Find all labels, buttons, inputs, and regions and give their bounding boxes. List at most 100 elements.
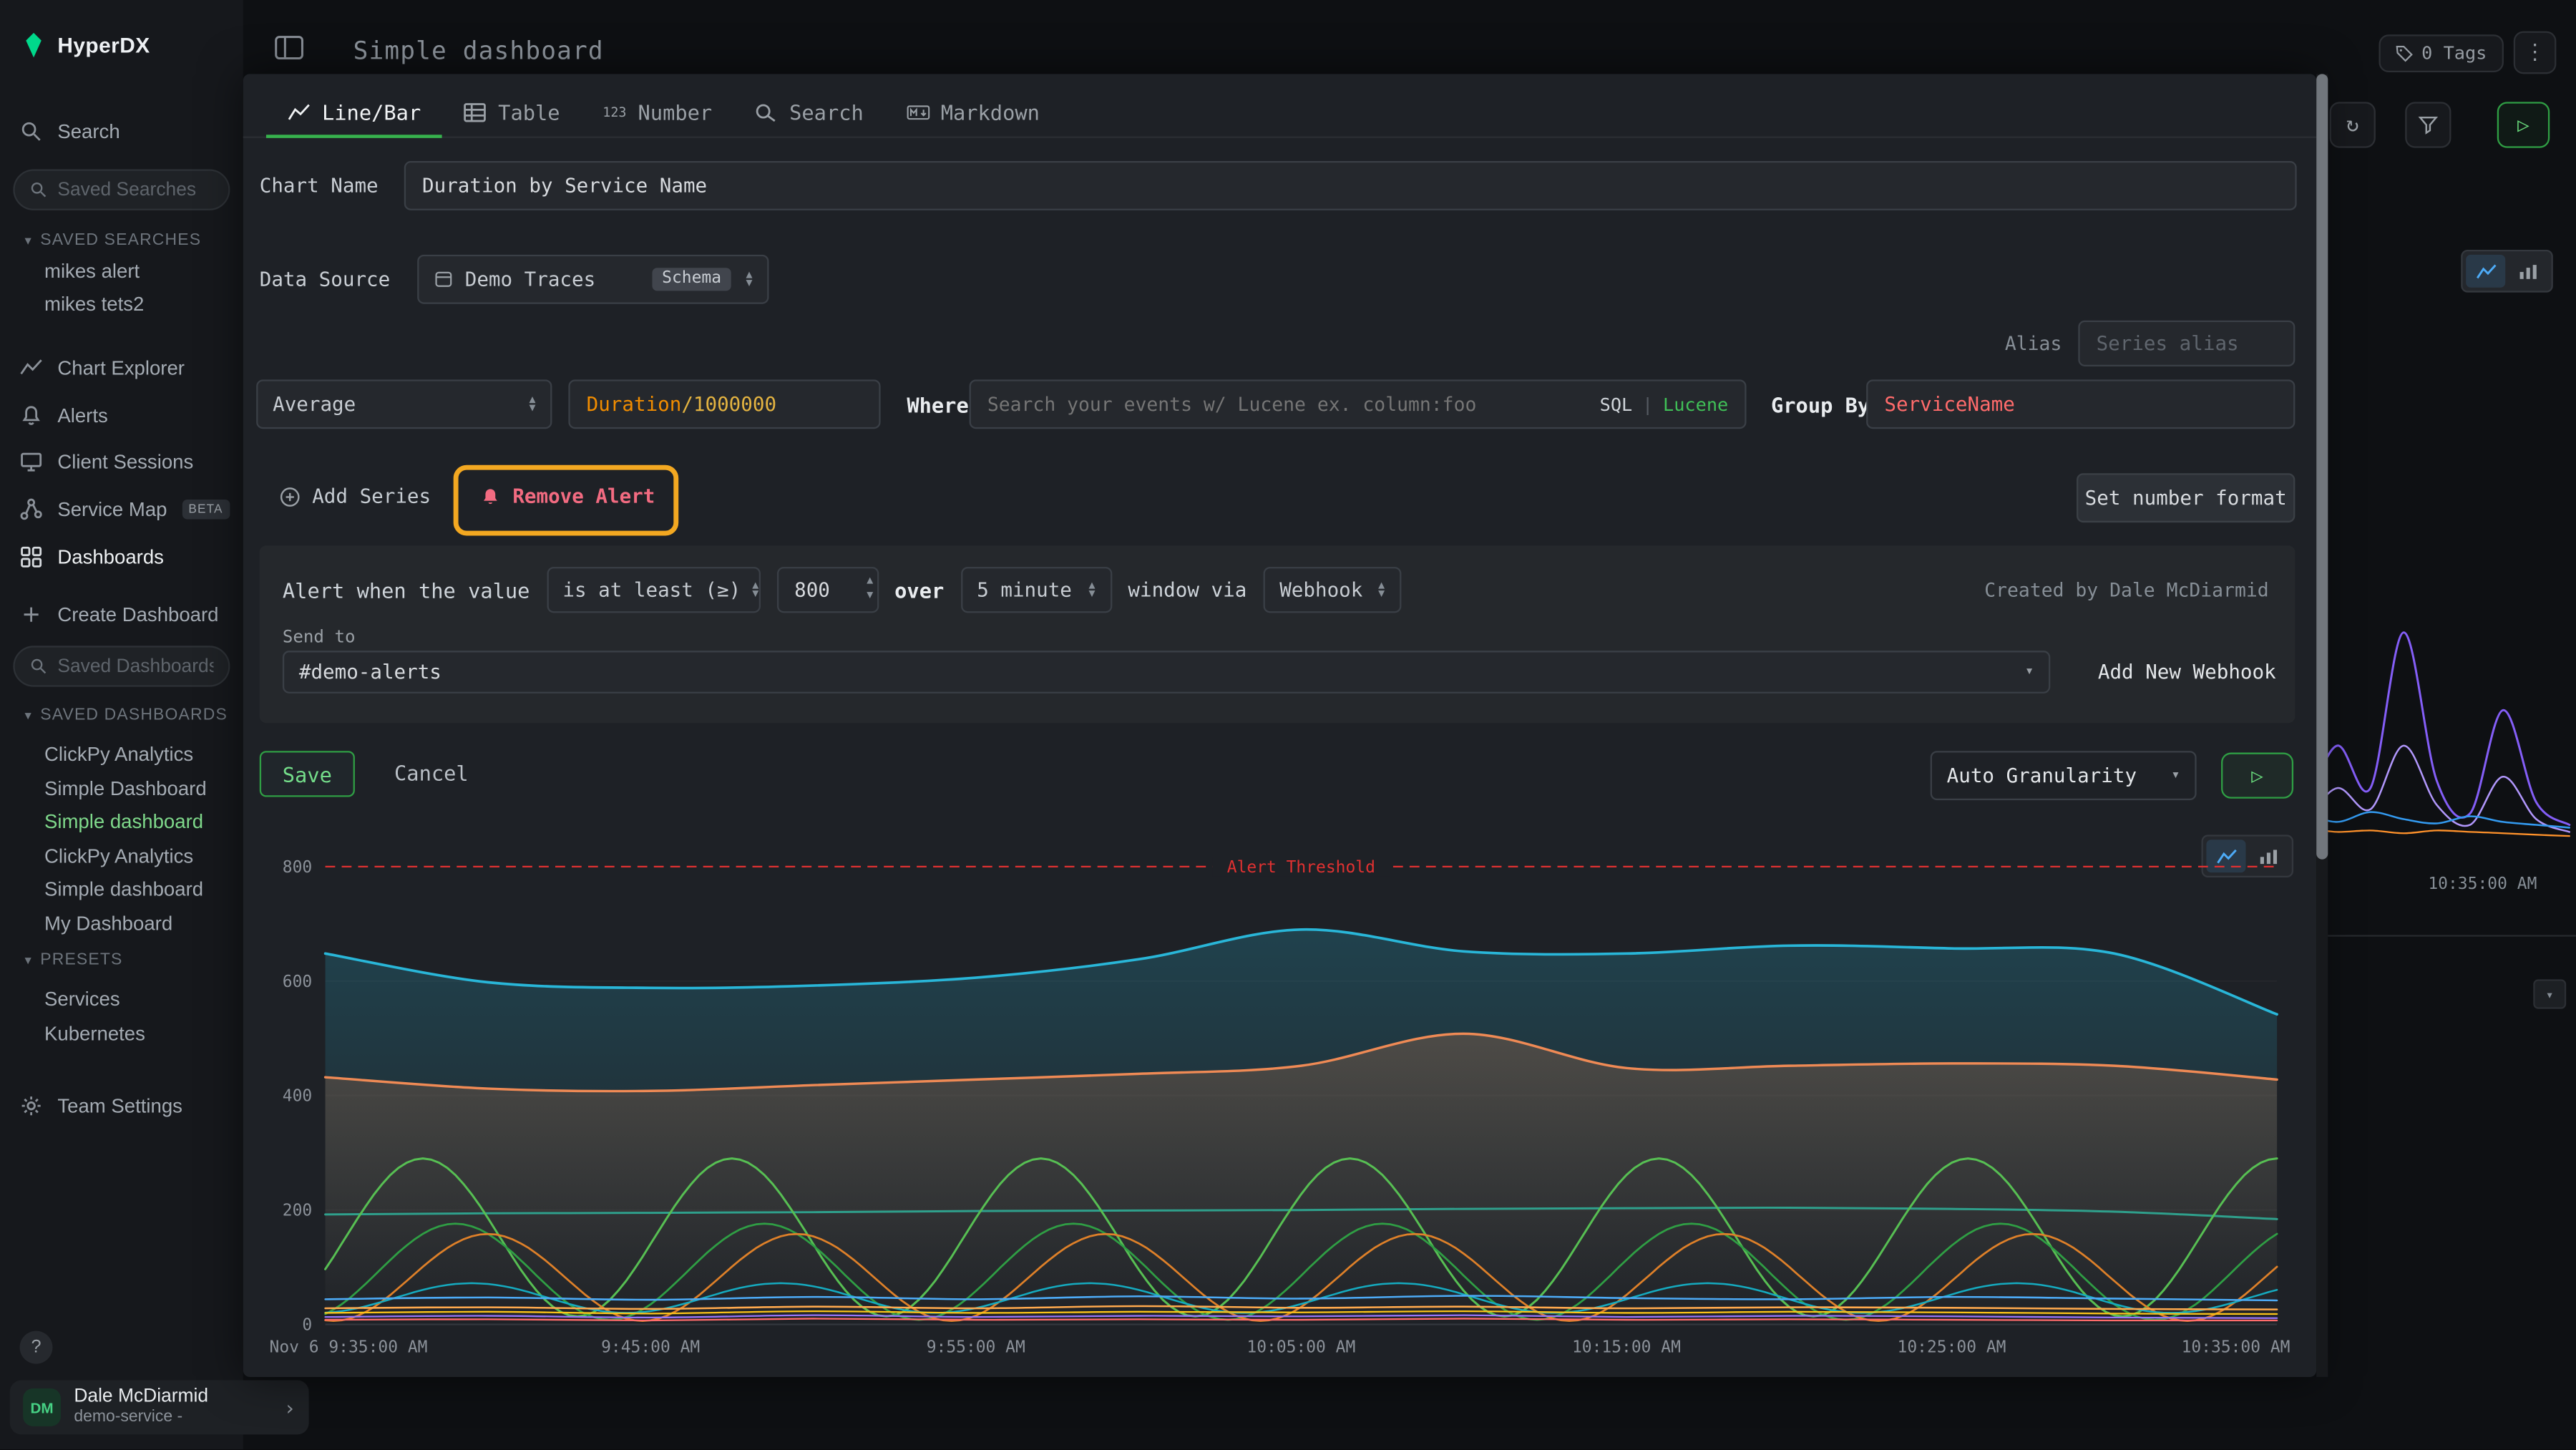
- sidebar-item-chart-explorer[interactable]: Chart Explorer: [20, 350, 185, 386]
- where-label: Where: [907, 393, 968, 417]
- sidebar-item-team-settings[interactable]: Team Settings: [20, 1088, 182, 1124]
- saved-dashboard-item[interactable]: ClickPy Analytics: [44, 738, 193, 769]
- chevron-right-icon: [284, 1396, 296, 1419]
- saved-searches-input[interactable]: [13, 169, 230, 210]
- duration-chart: 0200400600800Alert ThresholdNov 6 9:35:0…: [266, 822, 2297, 1367]
- tags-button[interactable]: 0 Tags: [2379, 34, 2503, 72]
- preset-item[interactable]: Kubernetes: [44, 1017, 145, 1048]
- group-by-input[interactable]: ServiceName: [1866, 379, 2295, 429]
- sidebar-item-service-map[interactable]: Service Map BETA: [20, 491, 230, 527]
- save-button[interactable]: Save: [260, 751, 355, 797]
- saved-dashboards-header[interactable]: SAVED DASHBOARDS: [24, 704, 227, 726]
- scrollbar-thumb[interactable]: [2316, 74, 2328, 859]
- tab-line-bar[interactable]: Line/Bar: [266, 87, 442, 137]
- saved-dashboard-item[interactable]: Simple Dashboard: [44, 772, 207, 804]
- saved-searches-header[interactable]: SAVED SEARCHES: [24, 228, 201, 251]
- sidebar-item-dashboards[interactable]: Dashboards: [20, 539, 164, 575]
- sidebar-item-alerts[interactable]: Alerts: [20, 398, 108, 434]
- updown-chevron-icon: [1378, 582, 1385, 598]
- line-chart-icon: [2475, 262, 2497, 280]
- scrollbar[interactable]: [2316, 74, 2328, 1377]
- tab-number[interactable]: 123 Number: [581, 87, 733, 137]
- svg-text:600: 600: [283, 973, 312, 991]
- tab-table[interactable]: Table: [442, 87, 581, 137]
- gear-icon: [20, 1094, 43, 1117]
- saved-dashboards-field[interactable]: [57, 656, 213, 676]
- run-chart-button[interactable]: [2221, 753, 2293, 799]
- sidebar-item-label: Search: [57, 120, 119, 143]
- saved-dashboard-item-active[interactable]: Simple dashboard: [44, 805, 203, 837]
- database-icon: [434, 270, 454, 290]
- filter-button[interactable]: [2405, 102, 2451, 147]
- sidebar-item-client-sessions[interactable]: Client Sessions: [20, 444, 194, 480]
- presets-header[interactable]: PRESETS: [24, 948, 122, 971]
- stepper-arrows-icon[interactable]: [867, 573, 873, 603]
- tab-search[interactable]: Search: [733, 87, 885, 137]
- svg-text:0: 0: [302, 1316, 312, 1335]
- saved-dashboards-input[interactable]: [13, 646, 230, 686]
- line-chart-toggle[interactable]: [2466, 255, 2505, 288]
- saved-search-item[interactable]: mikes alert: [44, 255, 140, 286]
- plus-circle-icon: [279, 485, 301, 507]
- svg-text:10:15:00 AM: 10:15:00 AM: [1572, 1338, 1681, 1357]
- window-via-label: window via: [1128, 578, 1246, 601]
- more-options-button[interactable]: [2514, 31, 2557, 74]
- series-row: Average Duration/1000000 Where SQL | Luc…: [243, 379, 2316, 429]
- granularity-select[interactable]: Auto Granularity: [1931, 751, 2197, 800]
- alert-window-select[interactable]: 5 minute: [960, 567, 1111, 613]
- chevron-down-icon: [2025, 664, 2034, 681]
- service-map-icon: [20, 498, 43, 521]
- svg-text:Alert Threshold: Alert Threshold: [1227, 858, 1375, 877]
- divider: [2320, 935, 2576, 936]
- app-name: HyperDX: [57, 33, 150, 57]
- sidebar-item-search[interactable]: Search: [20, 113, 120, 150]
- duration-chart-svg: 0200400600800Alert ThresholdNov 6 9:35:0…: [266, 822, 2297, 1367]
- saved-search-item[interactable]: mikes tets2: [44, 288, 144, 319]
- alias-row: Alias: [2005, 321, 2296, 366]
- beta-badge: BETA: [182, 500, 230, 519]
- markdown-icon: [906, 101, 929, 122]
- help-button[interactable]: ?: [20, 1331, 53, 1364]
- cancel-button[interactable]: Cancel: [394, 761, 469, 785]
- app-logo[interactable]: HyperDX: [21, 33, 150, 57]
- send-to-select[interactable]: #demo-alerts: [283, 651, 2050, 694]
- sql-toggle[interactable]: SQL: [1600, 394, 1633, 415]
- avatar: DM: [23, 1388, 61, 1426]
- set-number-format-button[interactable]: Set number format: [2077, 473, 2295, 522]
- alert-threshold-stepper: [776, 567, 878, 613]
- tab-markdown[interactable]: Markdown: [885, 87, 1061, 137]
- alert-condition-select[interactable]: is at least (≥): [546, 567, 759, 613]
- aggregation-select[interactable]: Average: [256, 379, 552, 429]
- chart-line-icon: [20, 356, 43, 379]
- chart-name-input[interactable]: [404, 161, 2297, 210]
- number-123-icon: 123: [602, 104, 626, 120]
- where-search-box[interactable]: SQL | Lucene: [970, 379, 1747, 429]
- bell-icon: [20, 404, 43, 427]
- alert-channel-select[interactable]: Webhook: [1263, 567, 1401, 613]
- user-name: Dale McDiarmid: [74, 1386, 208, 1409]
- create-dashboard-button[interactable]: Create Dashboard: [20, 596, 219, 633]
- alert-threshold-input[interactable]: [776, 567, 878, 613]
- lucene-toggle[interactable]: Lucene: [1663, 394, 1728, 415]
- bg-collapse-button[interactable]: [2533, 979, 2566, 1008]
- user-menu[interactable]: DM Dale McDiarmid demo-service -: [10, 1381, 309, 1435]
- saved-dashboard-item[interactable]: Simple dashboard: [44, 872, 203, 904]
- where-search-input[interactable]: [987, 393, 1600, 416]
- refresh-button[interactable]: [2330, 102, 2376, 147]
- footer-actions-row: Save Cancel Auto Granularity: [243, 751, 2316, 800]
- tag-icon: [2395, 44, 2413, 62]
- collapse-sidebar-button[interactable]: [274, 34, 307, 64]
- preset-item[interactable]: Services: [44, 983, 120, 1014]
- add-series-button[interactable]: Add Series: [279, 485, 431, 507]
- remove-alert-button[interactable]: Remove Alert: [479, 485, 655, 507]
- bar-chart-toggle[interactable]: [2509, 255, 2548, 288]
- svg-text:10:25:00 AM: 10:25:00 AM: [1898, 1338, 2006, 1357]
- run-query-button[interactable]: [2497, 102, 2550, 147]
- field-expression-input[interactable]: Duration/1000000: [568, 379, 880, 429]
- data-source-select[interactable]: Demo Traces Schema: [417, 255, 769, 304]
- saved-dashboard-item[interactable]: ClickPy Analytics: [44, 840, 193, 871]
- saved-searches-field[interactable]: [57, 180, 213, 200]
- add-new-webhook-link[interactable]: Add New Webhook: [2098, 661, 2276, 683]
- series-alias-input[interactable]: [2078, 321, 2295, 366]
- saved-dashboard-item[interactable]: My Dashboard: [44, 907, 172, 938]
